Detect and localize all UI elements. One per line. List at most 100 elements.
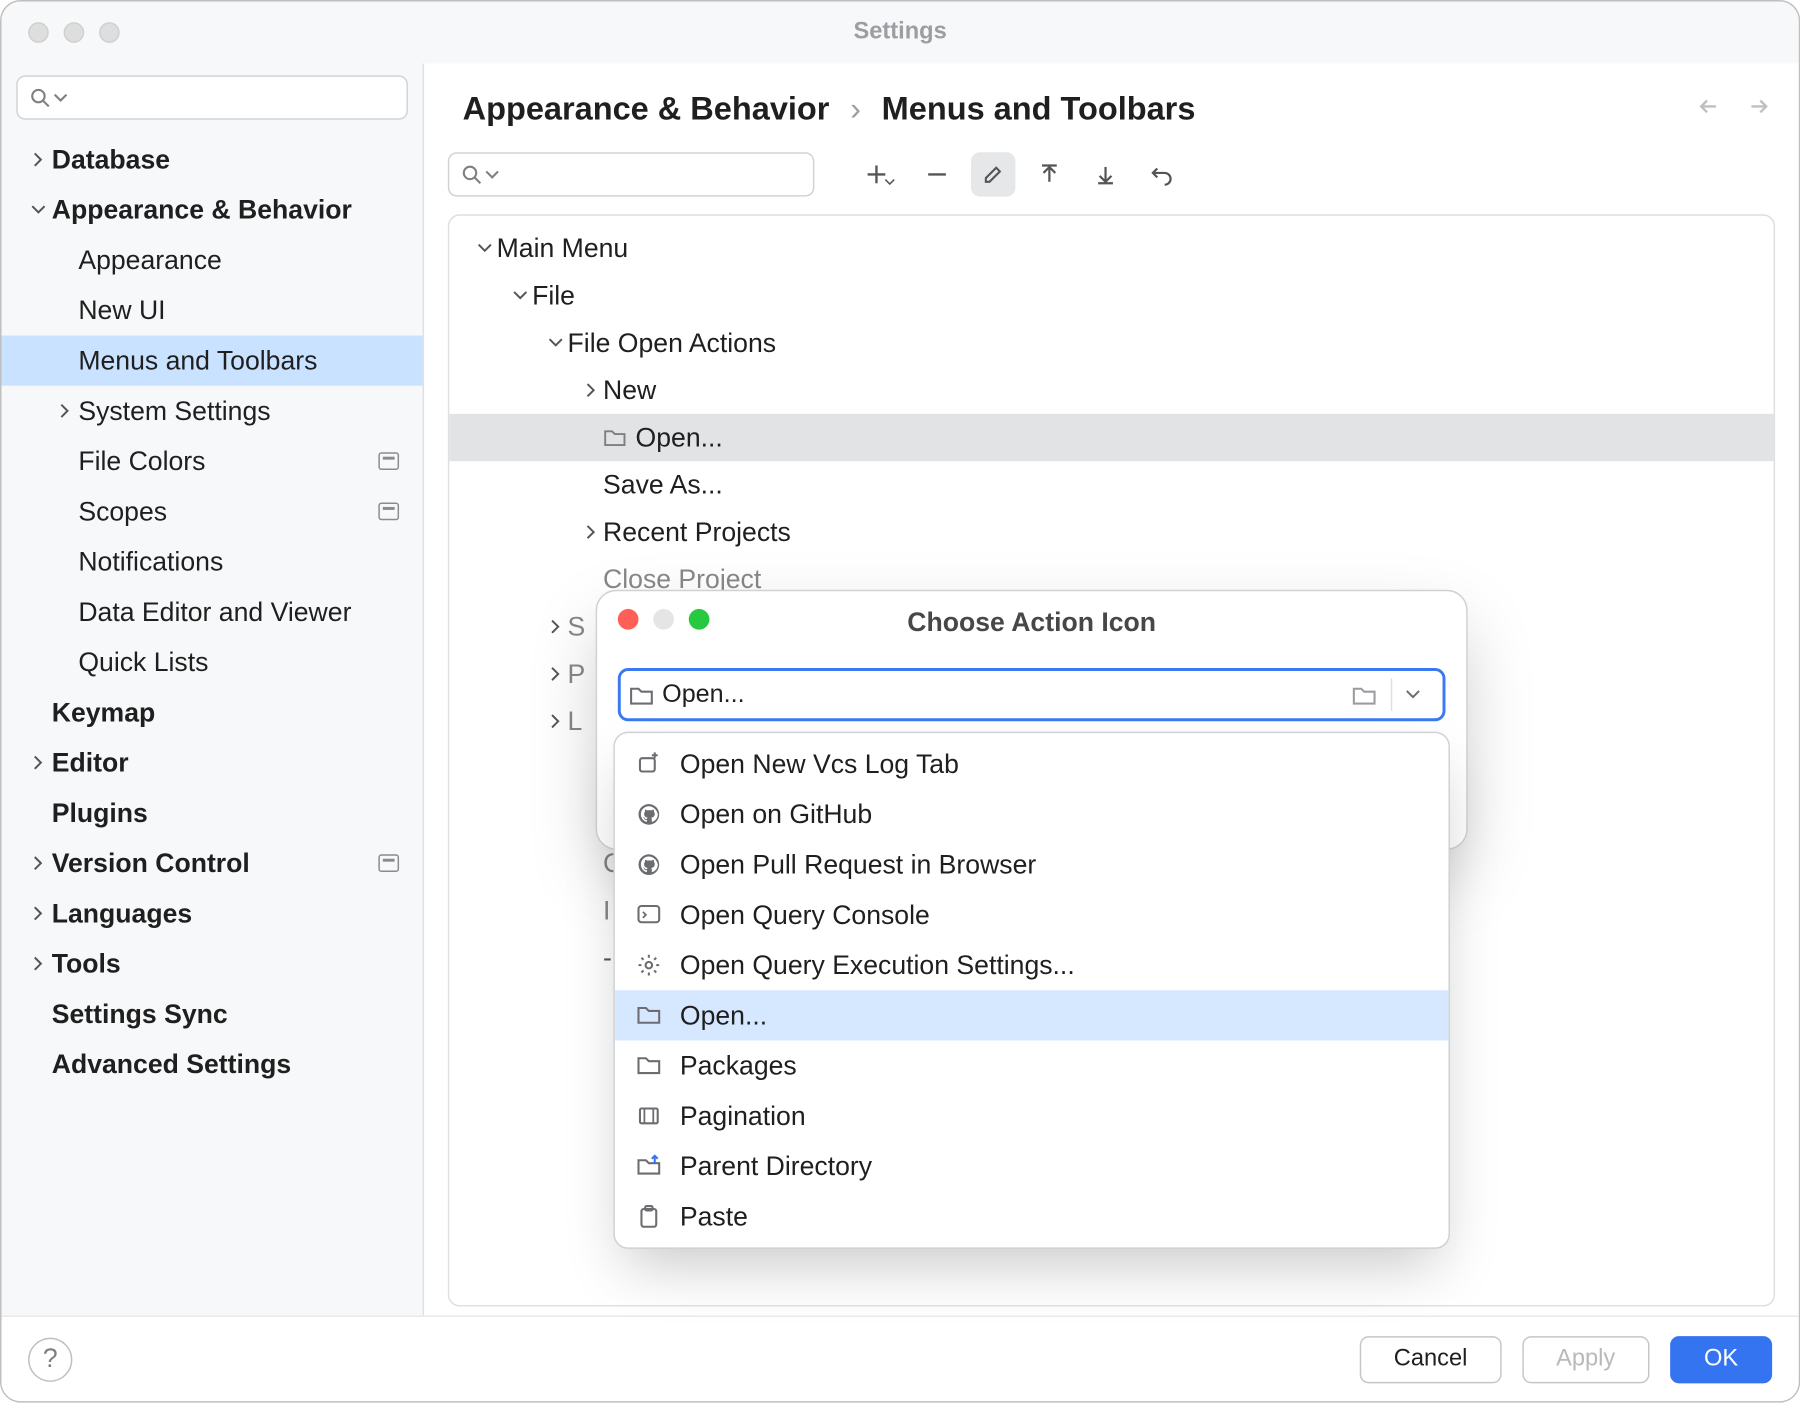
sidebar-item-quick-lists[interactable]: Quick Lists (16, 637, 408, 687)
sidebar-item-data-editor-and-viewer[interactable]: Data Editor and Viewer (16, 587, 408, 637)
tree-row[interactable]: File (449, 272, 1773, 319)
dropdown-item-label: Open Query Console (680, 899, 930, 930)
folder-icon (603, 427, 627, 448)
dialog-minimize-button[interactable] (653, 609, 674, 630)
sidebar-item-notifications[interactable]: Notifications (16, 537, 408, 587)
scope-badge-icon (378, 503, 399, 521)
breadcrumb-separator: › (850, 90, 861, 128)
move-up-button[interactable] (1027, 152, 1071, 196)
sidebar-item-settings-sync[interactable]: Settings Sync (16, 989, 408, 1039)
sidebar-item-editor[interactable]: Editor (16, 738, 408, 788)
sidebar-item-label: Plugins (52, 797, 399, 828)
add-button[interactable] (859, 152, 903, 196)
move-down-button[interactable] (1083, 152, 1127, 196)
dropdown-item-label: Pagination (680, 1100, 806, 1131)
settings-search[interactable] (16, 75, 408, 119)
cancel-button[interactable]: Cancel (1360, 1335, 1502, 1382)
settings-tree: DatabaseAppearance & Behavior Appearance N… (16, 134, 408, 1089)
undo-icon (1151, 163, 1172, 185)
newtab-icon (636, 752, 663, 776)
revert-button[interactable] (1140, 152, 1184, 196)
settings-search-input[interactable] (74, 84, 395, 112)
dropdown-item[interactable]: Open Query Console (615, 890, 1449, 940)
combo-dropdown-button[interactable] (1392, 671, 1433, 718)
dropdown-item[interactable]: Open New Vcs Log Tab (615, 739, 1449, 789)
page-icon (636, 1104, 663, 1128)
sidebar-item-label: Version Control (52, 848, 370, 879)
sidebar-item-new-ui[interactable]: New UI (16, 285, 408, 335)
tree-row-label: Main Menu (497, 233, 629, 264)
back-icon[interactable] (1695, 96, 1719, 117)
actions-search-input[interactable] (505, 162, 801, 187)
dialog-close-button[interactable] (618, 609, 639, 630)
window-title: Settings (1, 19, 1798, 46)
dropdown-item-label: Paste (680, 1201, 748, 1232)
ok-button[interactable]: OK (1670, 1335, 1772, 1382)
window-zoom-button[interactable] (99, 22, 120, 43)
sidebar-item-advanced-settings[interactable]: Advanced Settings (16, 1039, 408, 1089)
sidebar-item-scopes[interactable]: Scopes (16, 486, 408, 536)
dropdown-item[interactable]: Parent Directory (615, 1141, 1449, 1191)
sidebar-item-appearance-behavior[interactable]: Appearance & Behavior (16, 185, 408, 235)
minus-icon (927, 164, 948, 185)
edit-icon-button[interactable] (971, 152, 1015, 196)
window-close-button[interactable] (28, 22, 49, 43)
sidebar-item-keymap[interactable]: Keymap (16, 687, 408, 737)
dropdown-item[interactable]: Open... (615, 990, 1449, 1040)
tree-row[interactable]: New (449, 367, 1773, 414)
tree-row-label: File (532, 280, 575, 311)
sidebar-item-label: Advanced Settings (52, 1049, 399, 1080)
tree-row[interactable]: File Open Actions (449, 319, 1773, 366)
browse-icon[interactable] (1352, 684, 1376, 706)
sidebar-item-plugins[interactable]: Plugins (16, 788, 408, 838)
actions-search[interactable] (448, 152, 815, 196)
sidebar-item-label: New UI (78, 295, 399, 326)
tree-row[interactable]: Open... (449, 414, 1773, 461)
breadcrumb: Appearance & Behavior › Menus and Toolba… (424, 64, 1799, 144)
titlebar: Settings (1, 1, 1798, 63)
breadcrumb-a[interactable]: Appearance & Behavior (463, 90, 830, 128)
sidebar-item-tools[interactable]: Tools (16, 939, 408, 989)
help-button[interactable]: ? (28, 1337, 72, 1381)
sidebar-item-label: Appearance (78, 245, 399, 276)
actions-toolbar (424, 143, 1799, 205)
sidebar-item-languages[interactable]: Languages (16, 888, 408, 938)
pencil-icon (983, 164, 1004, 185)
dropdown-item[interactable]: Open Query Execution Settings... (615, 940, 1449, 990)
sidebar-item-label: Scopes (78, 496, 369, 527)
tree-row[interactable]: Save As... (449, 461, 1773, 508)
window-minimize-button[interactable] (64, 22, 85, 43)
sidebar-item-label: File Colors (78, 446, 369, 477)
sidebar-item-system-settings[interactable]: System Settings (16, 386, 408, 436)
dropdown-item[interactable]: Paste (615, 1191, 1449, 1241)
tree-row-label: Open... (636, 422, 723, 453)
dropdown-item[interactable]: Packages (615, 1041, 1449, 1091)
dropdown-item-label: Open New Vcs Log Tab (680, 749, 959, 780)
sidebar-item-label: Tools (52, 948, 399, 979)
tree-row[interactable]: Recent Projects (449, 508, 1773, 555)
sidebar-item-version-control[interactable]: Version Control (16, 838, 408, 888)
sidebar-item-label: Data Editor and Viewer (78, 596, 399, 627)
dropdown-item[interactable]: Open on GitHub (615, 789, 1449, 839)
tree-row[interactable]: Main Menu (449, 225, 1773, 272)
sidebar-item-appearance[interactable]: Appearance (16, 235, 408, 285)
icon-path-combo[interactable]: Open... (618, 668, 1446, 721)
dialog-window-controls (618, 609, 710, 630)
forward-icon[interactable] (1748, 96, 1772, 117)
sidebar-item-label: Menus and Toolbars (78, 345, 399, 376)
sidebar-item-label: Languages (52, 898, 399, 929)
breadcrumb-nav (1695, 96, 1772, 117)
dropdown-item[interactable]: Open Pull Request in Browser (615, 840, 1449, 890)
dropdown-item[interactable]: Pagination (615, 1091, 1449, 1141)
sidebar-item-file-colors[interactable]: File Colors (16, 436, 408, 486)
dialog-zoom-button[interactable] (689, 609, 710, 630)
tree-row-label: L (568, 706, 583, 737)
sidebar-item-menus-and-toolbars[interactable]: Menus and Toolbars (1, 336, 422, 386)
apply-button[interactable]: Apply (1522, 1335, 1649, 1382)
tree-row-label: P (568, 658, 586, 689)
github-icon (636, 803, 663, 827)
tree-row-label: S (568, 611, 586, 642)
sidebar-item-database[interactable]: Database (16, 134, 408, 184)
chevron-down-icon (547, 336, 565, 351)
remove-button[interactable] (915, 152, 959, 196)
